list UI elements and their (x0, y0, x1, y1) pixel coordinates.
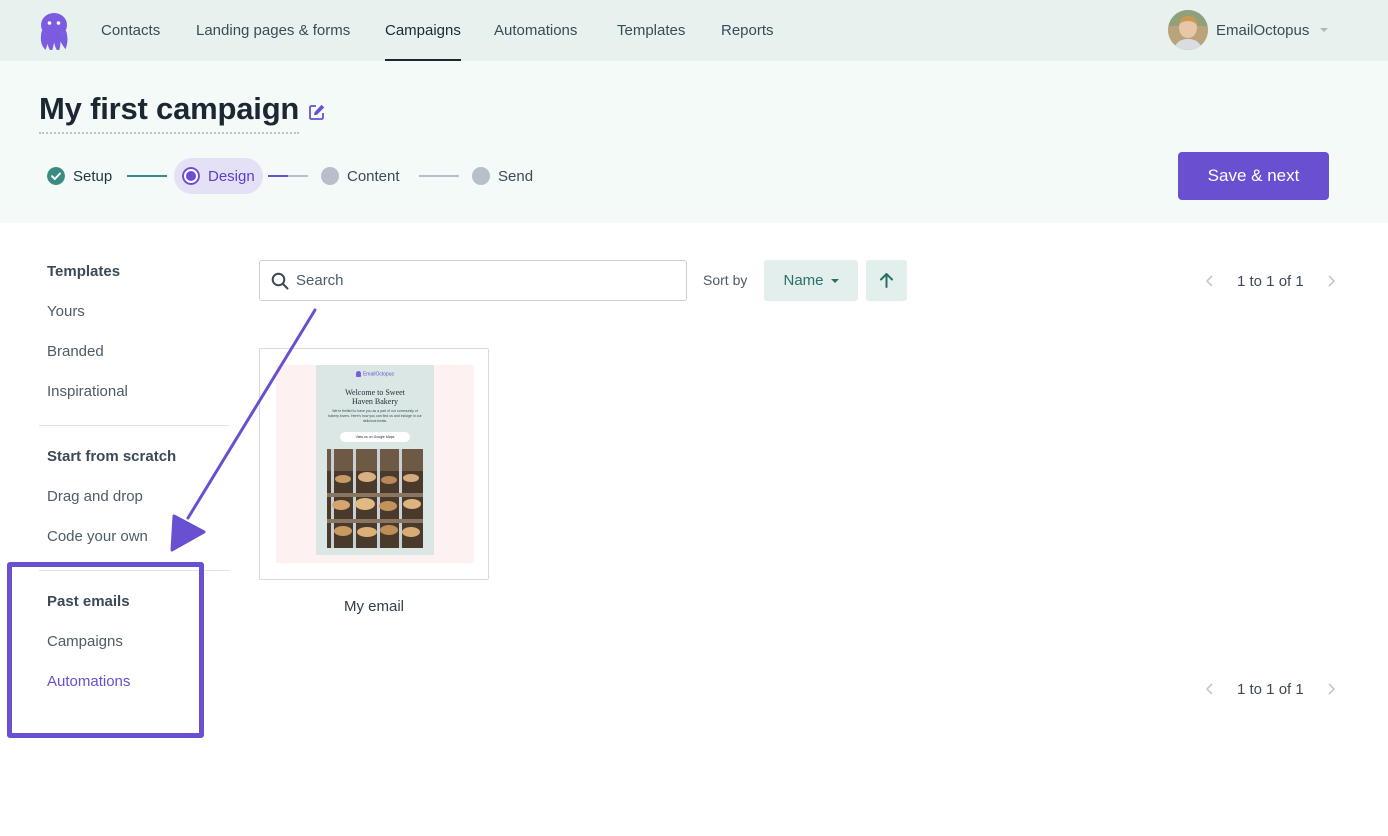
sidebar-item-drag-and-drop[interactable]: Drag and drop (47, 488, 143, 505)
step-send[interactable]: Send (472, 158, 533, 194)
account-name[interactable]: EmailOctopus (1216, 0, 1309, 61)
step-content[interactable]: Content (321, 158, 400, 194)
sort-label: Sort by (703, 272, 748, 288)
preview-brand: EmailOctopus (316, 371, 434, 377)
search-input[interactable] (296, 261, 676, 300)
chevron-down-icon[interactable] (1320, 28, 1328, 32)
sidebar-heading-start-from-scratch: Start from scratch (47, 448, 177, 465)
step-dot (472, 167, 490, 185)
sidebar-item-code-your-own[interactable]: Code your own (47, 528, 148, 545)
octopus-logo-icon (355, 371, 361, 377)
step-connector (288, 175, 308, 177)
step-connector (268, 175, 288, 177)
step-dot (321, 167, 339, 185)
sidebar-item-inspirational[interactable]: Inspirational (47, 383, 128, 400)
octopus-logo-icon[interactable] (38, 12, 70, 50)
preview-heading: Welcome to Sweet Haven Bakery (345, 388, 405, 406)
preview-body: We're thrilled to have you as a part of … (328, 409, 422, 423)
nav-templates[interactable]: Templates (617, 0, 685, 61)
chevron-right-icon[interactable] (1324, 274, 1338, 288)
check-circle-icon (47, 167, 65, 185)
step-label: Send (498, 167, 534, 185)
chevron-left-icon[interactable] (1203, 274, 1217, 288)
pagination-bottom: 1 to 1 of 1 (1203, 677, 1338, 701)
pagination-top: 1 to 1 of 1 (1203, 269, 1338, 293)
nav-reports[interactable]: Reports (721, 0, 774, 61)
save-next-button[interactable]: Save & next (1178, 152, 1329, 200)
pagination-text: 1 to 1 of 1 (1237, 272, 1304, 290)
chevron-right-icon[interactable] (1324, 682, 1338, 696)
page-title[interactable]: My first campaign (39, 90, 299, 134)
step-label: Setup (73, 167, 113, 185)
search-icon (271, 272, 289, 290)
nav-campaigns[interactable]: Campaigns (385, 0, 461, 61)
step-connector (419, 175, 459, 177)
template-name[interactable]: My email (259, 598, 489, 615)
arrow-up-icon (880, 273, 893, 288)
radio-selected-icon (182, 167, 200, 185)
nav-landing-pages-forms[interactable]: Landing pages & forms (196, 0, 350, 61)
pagination-text: 1 to 1 of 1 (1237, 680, 1304, 698)
step-setup[interactable]: Setup (47, 158, 112, 194)
sidebar-item-yours[interactable]: Yours (47, 303, 85, 320)
arrow-icon (170, 308, 317, 552)
nav-contacts[interactable]: Contacts (101, 0, 160, 61)
sidebar-heading-templates: Templates (47, 263, 121, 280)
sort-direction-button[interactable] (866, 260, 907, 301)
edit-icon[interactable] (308, 103, 326, 121)
search-box[interactable] (259, 260, 687, 301)
step-connector (127, 175, 167, 177)
sort-value: Name (783, 272, 824, 289)
caret-down-icon (830, 278, 839, 283)
preview-brand-text: EmailOctopus (362, 371, 395, 378)
bakery-photo (327, 449, 423, 548)
email-preview: EmailOctopus Welcome to Sweet Haven Bake… (316, 365, 434, 555)
preview-button: View us on Google Maps (340, 432, 410, 442)
sort-dropdown[interactable]: Name (764, 260, 858, 301)
step-label: Design (208, 167, 255, 185)
step-design[interactable]: Design (174, 158, 263, 194)
nav-automations[interactable]: Automations (494, 0, 577, 61)
sidebar-item-branded[interactable]: Branded (47, 343, 104, 360)
highlight-box (7, 562, 204, 738)
avatar[interactable] (1168, 10, 1208, 50)
step-label: Content (347, 167, 400, 185)
top-nav: Contacts Landing pages & forms Campaigns… (0, 0, 1388, 61)
chevron-left-icon[interactable] (1203, 682, 1217, 696)
